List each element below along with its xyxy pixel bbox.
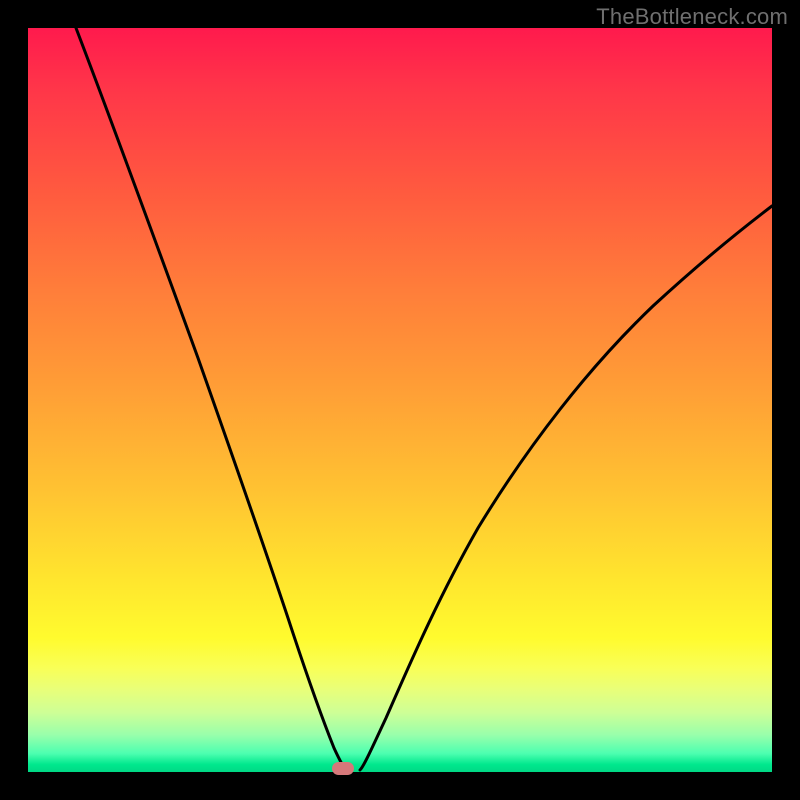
bottleneck-curve — [28, 28, 772, 772]
optimum-marker — [332, 762, 354, 775]
chart-frame: TheBottleneck.com — [0, 0, 800, 800]
watermark-text: TheBottleneck.com — [596, 4, 788, 30]
plot-area — [28, 28, 772, 772]
curve-right-branch — [360, 206, 772, 770]
curve-left-branch — [76, 28, 346, 770]
